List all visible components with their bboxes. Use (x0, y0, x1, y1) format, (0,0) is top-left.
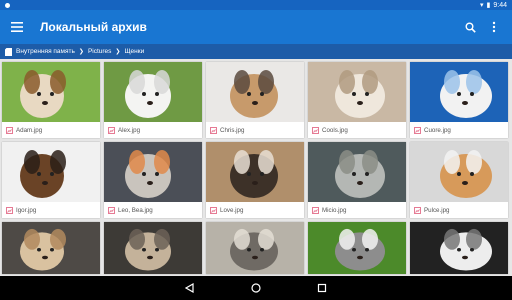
thumbnail-image (308, 222, 406, 274)
image-file-icon (6, 126, 13, 134)
notification-dot-icon (5, 2, 10, 8)
status-time: 9:44 (493, 1, 507, 9)
thumbnail-image (410, 222, 508, 274)
image-thumbnail-card[interactable]: Cuore.jpg (410, 62, 508, 138)
thumbnail-image (206, 222, 304, 274)
file-caption: Cuore.jpg (410, 122, 508, 138)
thumbnail-image (104, 222, 202, 274)
image-thumbnail-card[interactable]: Micio.jpg (308, 142, 406, 218)
file-caption: Adam.jpg (2, 122, 100, 138)
image-thumbnail-card[interactable]: Alex.jpg (104, 62, 202, 138)
thumbnail-image (308, 62, 406, 122)
thumbnail-image (410, 62, 508, 122)
image-file-icon (414, 126, 421, 134)
thumbnail-image (206, 142, 304, 202)
image-grid: Adam.jpg Alex.jpg Chris.jpg Cools.jpg Cuore.… (2, 62, 510, 274)
more-vert-icon[interactable] (482, 10, 506, 44)
search-icon[interactable] (458, 10, 482, 44)
image-thumbnail-card[interactable] (2, 222, 100, 274)
file-name: Pulce.jpg (424, 206, 450, 214)
thumbnail-image (410, 142, 508, 202)
image-file-icon (210, 126, 217, 134)
image-thumbnail-card[interactable] (104, 222, 202, 274)
file-caption: Cools.jpg (308, 122, 406, 138)
chevron-right-icon: ❯ (78, 49, 84, 55)
status-icons: ▾ ▮ 9:44 (480, 2, 507, 9)
breadcrumb: Внутренняя память ❯ Pictures ❯ Щенки (0, 44, 512, 59)
image-thumbnail-card[interactable]: Chris.jpg (206, 62, 304, 138)
image-thumbnail-card[interactable]: Leo, Bea.jpg (104, 142, 202, 218)
file-name: Igor.jpg (16, 206, 37, 214)
image-thumbnail-card[interactable]: Adam.jpg (2, 62, 100, 138)
file-caption: Alex.jpg (104, 122, 202, 138)
back-triangle-icon[interactable] (183, 281, 197, 295)
hamburger-menu-icon[interactable] (0, 10, 34, 44)
image-file-icon (6, 206, 13, 214)
image-file-icon (312, 126, 319, 134)
file-caption: Pulce.jpg (410, 202, 508, 218)
file-name: Chris.jpg (220, 126, 245, 134)
file-name: Adam.jpg (16, 126, 43, 134)
breadcrumb-item-puppies[interactable]: Щенки (124, 48, 144, 55)
thumbnail-image (308, 142, 406, 202)
image-file-icon (210, 206, 217, 214)
image-thumbnail-card[interactable] (308, 222, 406, 274)
storage-icon (5, 47, 12, 56)
home-circle-icon[interactable] (249, 281, 263, 295)
image-thumbnail-card[interactable]: Cools.jpg (308, 62, 406, 138)
image-thumbnail-card[interactable] (206, 222, 304, 274)
breadcrumb-item-internal-memory[interactable]: Внутренняя память (16, 48, 75, 55)
thumbnail-image (2, 62, 100, 122)
image-thumbnail-card[interactable]: Pulce.jpg (410, 142, 508, 218)
image-file-icon (312, 206, 319, 214)
image-file-icon (108, 126, 115, 134)
thumbnail-image (2, 222, 100, 274)
file-name: Alex.jpg (118, 126, 141, 134)
file-caption: Igor.jpg (2, 202, 100, 218)
status-bar: ▾ ▮ 9:44 (0, 0, 512, 10)
thumbnail-image (206, 62, 304, 122)
battery-icon: ▮ (486, 1, 491, 9)
navigation-bar (0, 276, 512, 300)
file-caption: Love.jpg (206, 202, 304, 218)
wifi-icon: ▾ (480, 1, 484, 9)
page-title: Локальный архив (40, 20, 147, 34)
image-thumbnail-card[interactable]: Love.jpg (206, 142, 304, 218)
file-name: Leo, Bea.jpg (118, 206, 153, 214)
file-caption: Micio.jpg (308, 202, 406, 218)
breadcrumb-item-pictures[interactable]: Pictures (88, 48, 111, 55)
file-caption: Chris.jpg (206, 122, 304, 138)
file-name: Cuore.jpg (424, 126, 451, 134)
thumbnail-image (104, 62, 202, 122)
image-thumbnail-card[interactable] (410, 222, 508, 274)
image-file-icon (414, 206, 421, 214)
file-caption: Leo, Bea.jpg (104, 202, 202, 218)
image-file-icon (108, 206, 115, 214)
thumbnail-image (2, 142, 100, 202)
file-name: Micio.jpg (322, 206, 347, 214)
recents-square-icon[interactable] (315, 281, 329, 295)
app-bar: Локальный архив (0, 10, 512, 44)
app-screen: ▾ ▮ 9:44 Локальный архив Внутренняя памя… (0, 0, 512, 300)
image-thumbnail-card[interactable]: Igor.jpg (2, 142, 100, 218)
file-name: Cools.jpg (322, 126, 348, 134)
file-name: Love.jpg (220, 206, 244, 214)
chevron-right-icon: ❯ (115, 49, 121, 55)
thumbnail-image (104, 142, 202, 202)
